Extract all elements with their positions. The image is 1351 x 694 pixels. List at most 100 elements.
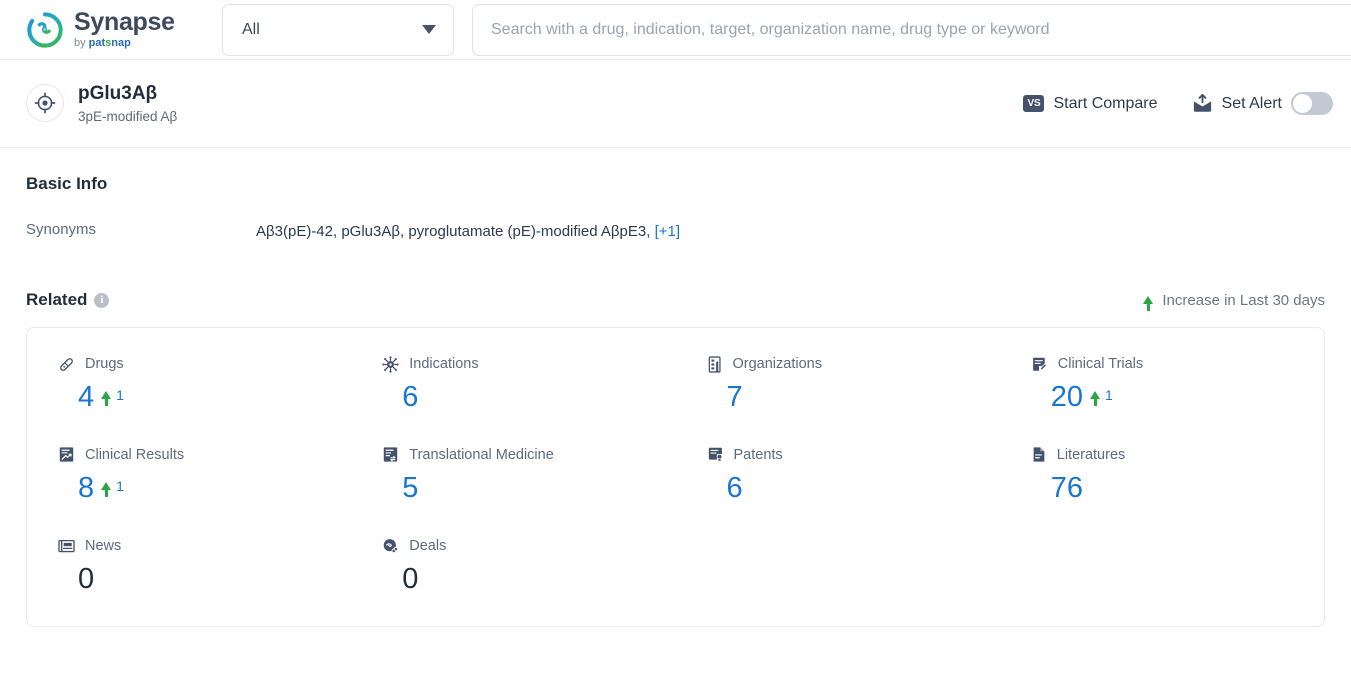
stat-card[interactable]: Drugs 4 1 [27,354,351,415]
stat-head: Deals [382,536,675,556]
stat-label: Literatures [1056,446,1126,463]
increase-legend: Increase in Last 30 days [1143,291,1325,311]
stat-delta-value: 1 [1105,387,1113,403]
stat-card[interactable]: Literatures 76 [1000,445,1324,506]
stat-head: Indications [382,354,675,374]
doc-exchange-icon [382,446,399,463]
avatar [26,84,64,123]
set-alert-toggle[interactable] [1291,92,1333,115]
stat-value[interactable]: 5 [402,471,418,506]
stat-body: 6 [382,380,675,415]
search-input[interactable] [472,3,1351,56]
stat-label: Drugs [85,356,124,372]
search-field-wrap [472,3,1351,56]
stat-value[interactable]: 6 [402,380,418,415]
related-header: Related i Increase in Last 30 days [16,242,1335,311]
page-content: Basic Info Synonyms Aβ3(pE)-42, pGlu3Aβ,… [0,148,1351,628]
doc-chart-icon [58,446,75,463]
stat-delta: 1 [1090,387,1113,406]
stat-card[interactable]: Clinical Trials 20 1 [1000,354,1324,415]
vs-icon: VS [1023,95,1045,112]
toggle-knob [1293,94,1312,113]
set-alert-control[interactable]: Set Alert [1192,92,1333,115]
stat-value[interactable]: 20 [1051,380,1083,415]
building-icon [707,355,723,373]
synonyms-label: Synonyms [26,221,97,238]
stat-card[interactable]: Patents 6 [676,445,1000,506]
stat-card[interactable]: News 0 [27,536,351,597]
basic-info-heading: Basic Info [26,174,108,193]
brand-by: by [74,37,86,49]
stat-card[interactable]: Clinical Results 8 1 [27,445,351,506]
stat-card[interactable]: Indications 6 [351,354,675,415]
set-alert-label: Set Alert [1221,94,1282,112]
stat-body: 76 [1031,471,1324,506]
stat-head: News [58,536,351,556]
entity-header: pGlu3Aβ 3pE-modified Aβ VS Start Compare… [0,60,1351,148]
stat-value[interactable]: 4 [78,380,94,415]
stat-delta: 1 [101,387,124,406]
stat-value[interactable]: 8 [78,471,94,506]
start-compare-button[interactable]: VS Start Compare [1023,95,1158,113]
synapse-logo-icon [27,11,63,48]
info-circle-icon[interactable]: i [94,292,110,308]
brand-logo-group[interactable]: Synapse by patsnap [26,10,222,49]
entity-actions: VS Start Compare Set Alert [1023,92,1333,115]
stat-label: Clinical Results [85,446,185,463]
stat-head: Drugs [58,354,351,374]
arrow-up-icon [101,481,112,497]
stat-value[interactable]: 6 [727,471,743,506]
brand-patsnap: patsnap [88,37,131,49]
stat-value[interactable]: 0 [78,562,94,597]
stat-label: News [85,537,122,554]
stat-label: Patents [733,446,783,463]
stat-body: 7 [707,380,1000,415]
stat-body: 20 1 [1031,380,1324,415]
synonyms-row: Synonyms Aβ3(pE)-42, pGlu3Aβ, pyroglutam… [16,194,1335,242]
global-header: Synapse by patsnap All [0,0,1351,60]
stat-head: Translational Medicine [382,445,675,465]
stat-body: 41 [58,380,351,415]
entity-identity: pGlu3Aβ 3pE-modified Aβ [26,83,177,124]
stat-card[interactable]: Organizations 7 [676,354,1000,415]
handshake-deal-icon [382,537,399,554]
stat-head: Clinical Trials [1031,354,1324,374]
related-heading: Related [26,290,88,309]
arrow-up-icon [1090,391,1101,406]
stat-body: 81 [58,471,351,506]
stat-value[interactable]: 0 [402,562,418,597]
stat-body: 0 [58,562,351,597]
brand-tagline: by patsnap [74,38,175,49]
stat-body: 0 [382,562,675,597]
clipboard-pen-icon [1031,356,1048,373]
arrow-up-icon [1143,296,1154,311]
stat-delta-value: 1 [116,477,124,494]
stat-value[interactable]: 76 [1051,471,1083,506]
entity-alias: 3pE-modified Aβ [78,108,178,124]
stat-value[interactable]: 7 [727,380,743,415]
stat-label: Deals [409,537,447,554]
stat-label: Translational Medicine [409,446,554,463]
pill-capsule-icon [58,356,75,373]
increase-legend-label: Increase in Last 30 days [1162,291,1325,309]
stat-head: Patents [707,445,1000,465]
stat-body: 6 [707,471,1000,506]
synonyms-value: Aβ3(pE)-42, pGlu3Aβ, pyroglutamate (pE)-… [256,223,651,240]
stat-label: Indications [409,356,479,372]
stat-card[interactable]: Deals 0 [351,536,675,597]
synonyms-more-link[interactable]: [+1] [655,223,680,240]
brand-name: Synapse [74,8,175,36]
synonyms-value-wrap: Aβ3(pE)-42, pGlu3Aβ, pyroglutamate (pE)-… [256,221,680,242]
patent-seal-icon [707,446,724,463]
literature-doc-icon [1031,446,1047,463]
search-scope-value: All [242,20,260,38]
virus-icon [382,355,399,373]
related-stats-card: Drugs 4 1 Indications 6 Organizations 7 Clinica… [26,327,1325,628]
stat-body: 5 [382,471,675,506]
stat-head: Clinical Results [58,445,351,465]
search-scope-select[interactable]: All [222,3,454,56]
stat-head: Organizations [707,354,1000,374]
stat-delta-value: 1 [116,387,124,403]
stat-card[interactable]: Translational Medicine 5 [351,445,675,506]
stat-label: Organizations [732,356,822,372]
